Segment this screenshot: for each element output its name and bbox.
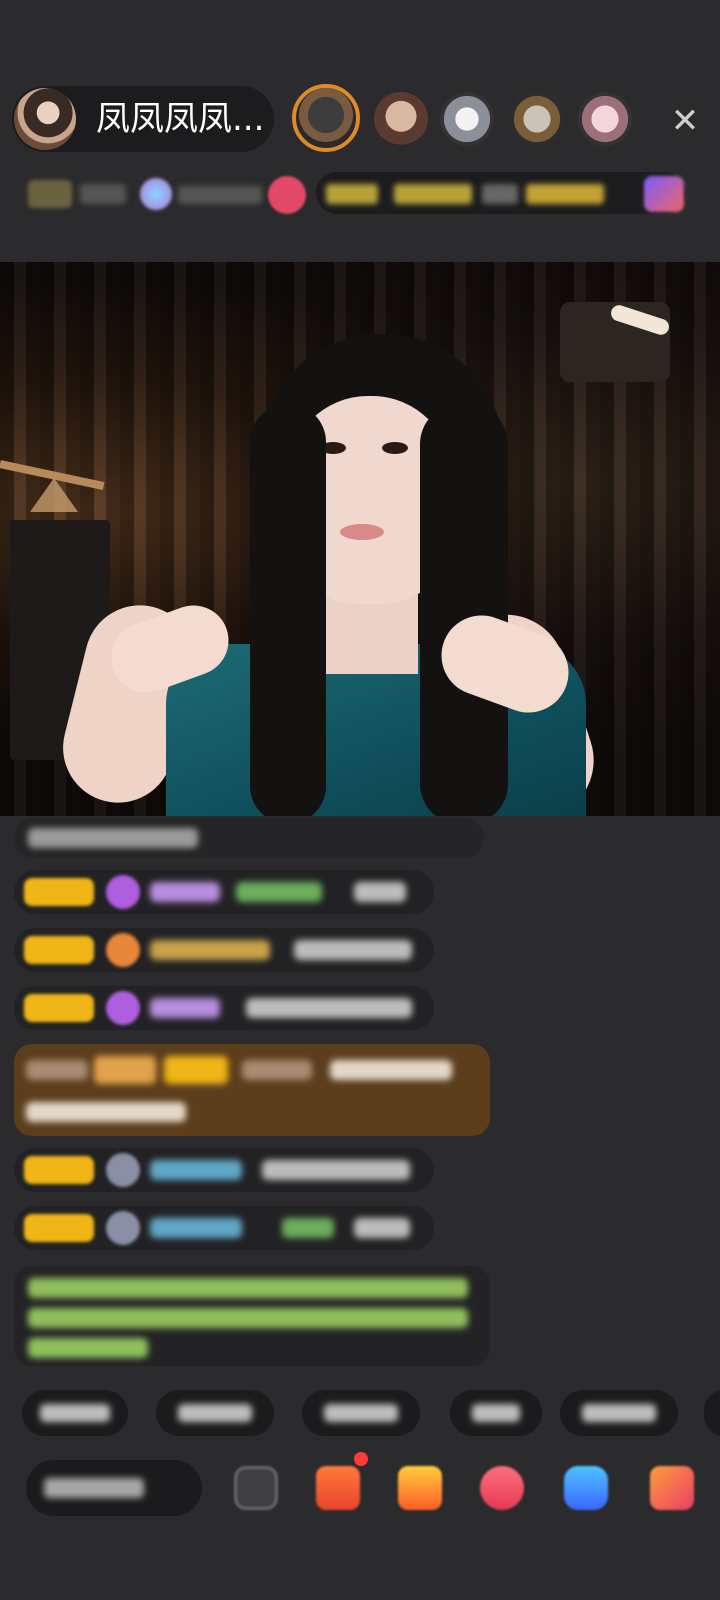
- live-room-screen: 凤凤凤凤... ✕: [0, 0, 720, 1600]
- level-badge: [24, 936, 94, 964]
- host-avatar[interactable]: [14, 88, 76, 150]
- task-text: [526, 184, 604, 204]
- chat-message-highlight[interactable]: [14, 1044, 490, 1136]
- shopping-bag-icon[interactable]: [398, 1466, 442, 1510]
- quick-reply-chip[interactable]: [22, 1390, 128, 1436]
- host-info-pill[interactable]: 凤凤凤凤...: [12, 86, 274, 152]
- live-video[interactable]: [0, 262, 720, 816]
- task-icon[interactable]: [644, 176, 684, 212]
- host-name[interactable]: 凤凤凤凤...: [96, 98, 268, 140]
- quick-reply-chip[interactable]: [560, 1390, 678, 1436]
- chat-message-notice: [14, 1266, 490, 1366]
- top-viewer-avatar[interactable]: [374, 92, 428, 146]
- more-icon[interactable]: [650, 1466, 694, 1510]
- task-text: [482, 184, 518, 204]
- heart-icon[interactable]: [480, 1466, 524, 1510]
- level-badge: [24, 1214, 94, 1242]
- quick-reply-chip[interactable]: [302, 1390, 420, 1436]
- quick-reply-chip[interactable]: [156, 1390, 274, 1436]
- chat-message[interactable]: [14, 928, 434, 972]
- chat-message[interactable]: [14, 1206, 434, 1250]
- streamer-figure: [51, 324, 630, 816]
- quick-reply-chip[interactable]: [450, 1390, 542, 1436]
- rank-text: [80, 184, 126, 204]
- top-viewer-avatar[interactable]: [578, 92, 632, 146]
- top-viewer-avatar[interactable]: [440, 92, 494, 146]
- chat-message-system: [14, 818, 484, 858]
- chat-message[interactable]: [14, 870, 434, 914]
- emoji-icon[interactable]: [234, 1466, 278, 1510]
- gem-icon: [106, 875, 140, 909]
- chat-message[interactable]: [14, 986, 434, 1030]
- notification-dot: [354, 1452, 368, 1466]
- gem-icon: [106, 1211, 140, 1245]
- top-viewer-avatar[interactable]: [510, 92, 564, 146]
- gem-icon: [106, 1153, 140, 1187]
- task-text: [326, 184, 378, 204]
- chat-message[interactable]: [14, 1148, 434, 1192]
- level-badge: [24, 1156, 94, 1184]
- fan-club-text: [178, 186, 262, 204]
- follow-icon[interactable]: [268, 176, 306, 214]
- gem-icon: [106, 933, 140, 967]
- close-icon[interactable]: ✕: [668, 104, 702, 138]
- level-badge: [24, 994, 94, 1022]
- gift-box-icon[interactable]: [316, 1466, 360, 1510]
- task-text: [394, 184, 472, 204]
- quick-reply-chip[interactable]: [704, 1390, 720, 1436]
- comment-input[interactable]: [26, 1460, 202, 1516]
- level-badge: [24, 878, 94, 906]
- game-icon[interactable]: [564, 1466, 608, 1510]
- top-viewer-avatar[interactable]: [292, 84, 360, 152]
- gem-icon: [106, 991, 140, 1025]
- fan-club-icon[interactable]: [140, 178, 172, 210]
- rank-badge[interactable]: [28, 180, 72, 208]
